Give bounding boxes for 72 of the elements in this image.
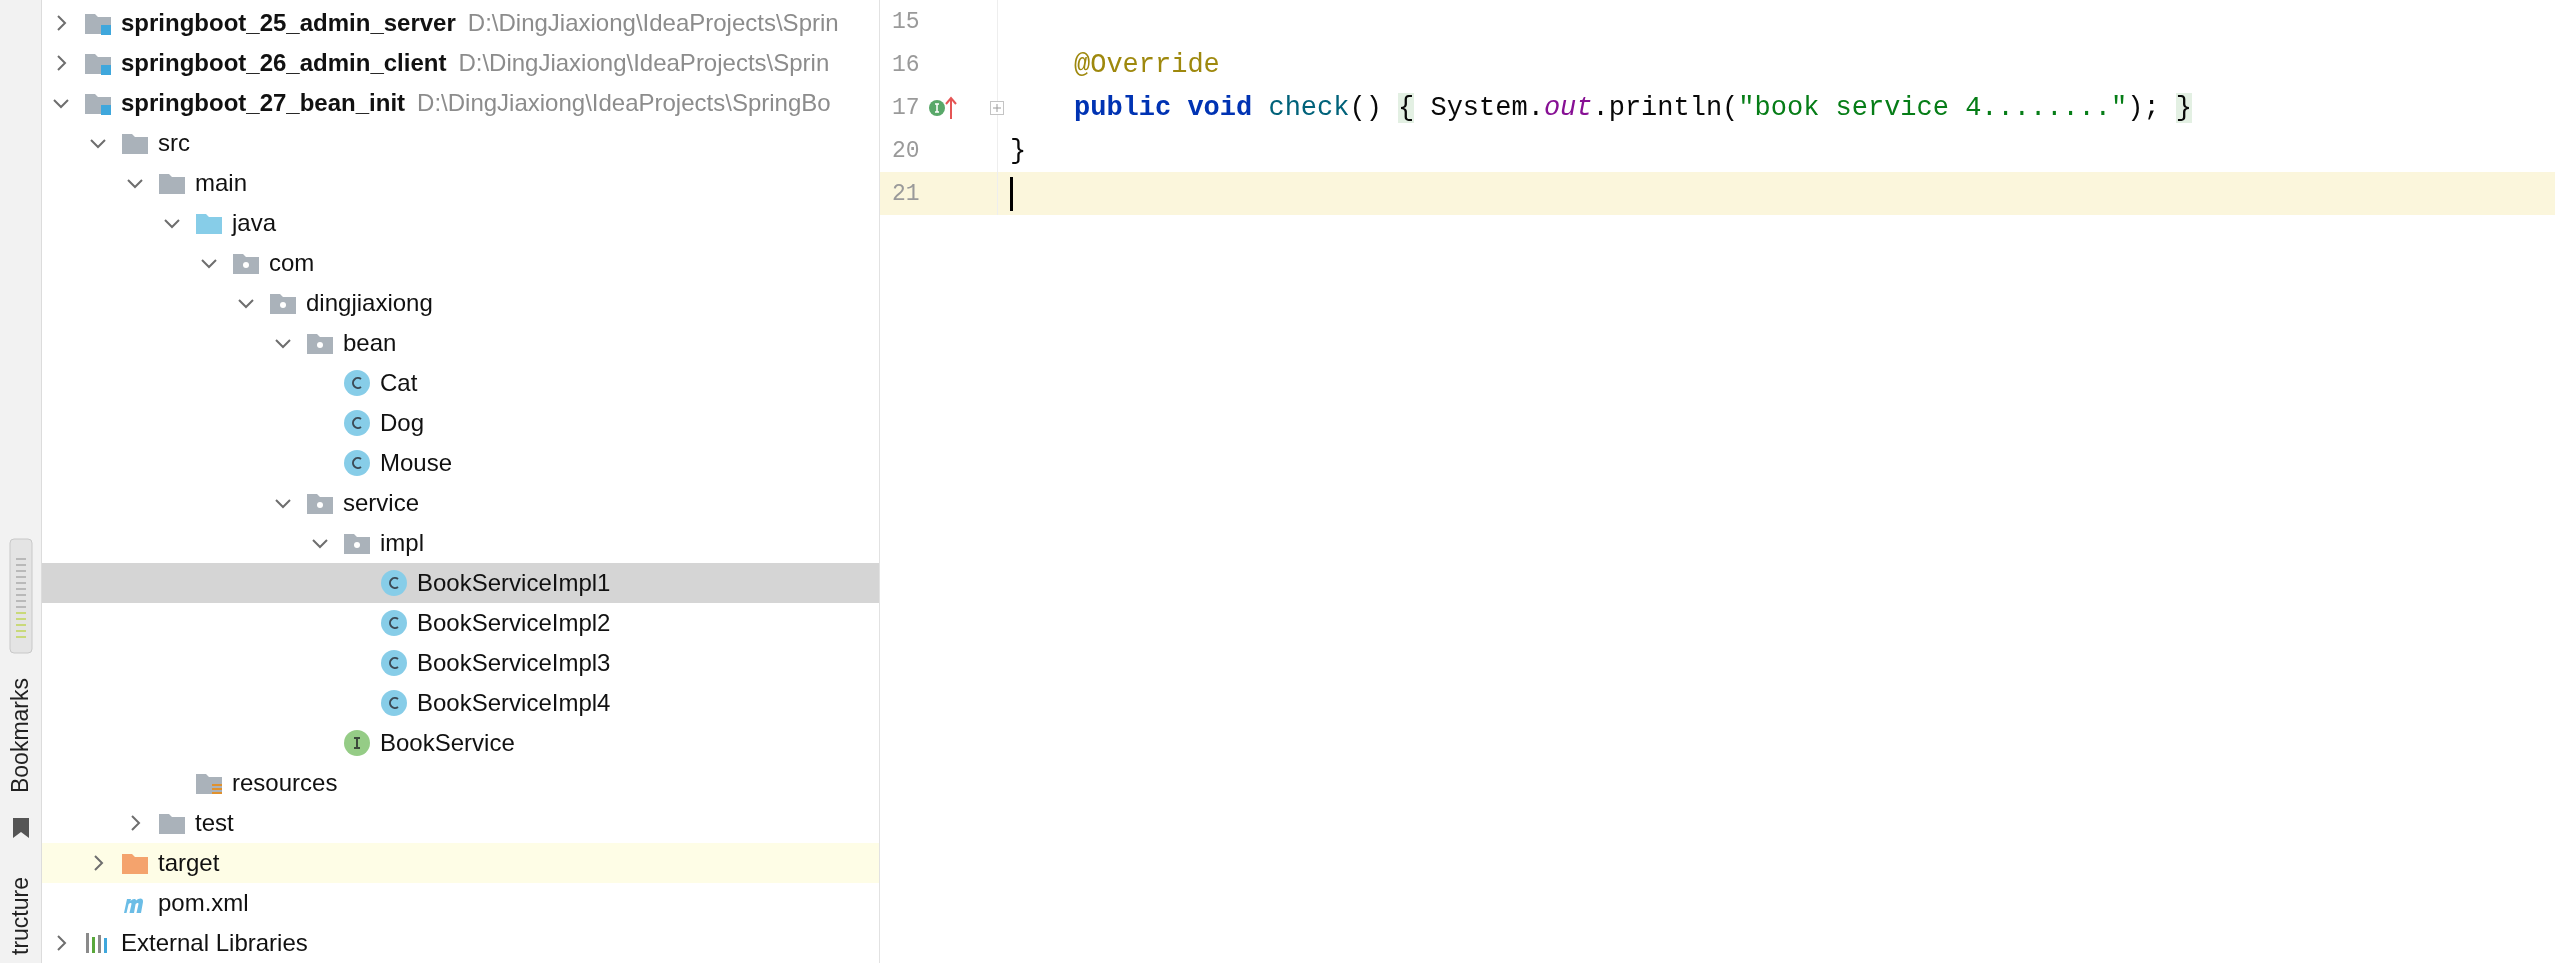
item-name: BookServiceImpl2: [417, 609, 611, 637]
item-name: dingjiaxiong: [306, 289, 433, 317]
item-name: BookServiceImpl3: [417, 649, 611, 677]
item-name: com: [269, 249, 315, 277]
item-name: springboot_25_admin_server: [121, 9, 456, 37]
tree-item[interactable]: Mouse: [42, 443, 879, 483]
line-number: 17: [892, 94, 921, 121]
tree-item[interactable]: BookServiceImpl2: [42, 603, 879, 643]
tree-item[interactable]: dingjiaxiong: [42, 283, 879, 323]
bookmark-icon[interactable]: [11, 817, 30, 840]
item-name: BookService: [380, 729, 515, 757]
tree-item[interactable]: target: [42, 843, 879, 883]
item-name: java: [232, 209, 277, 237]
class-icon: [380, 689, 408, 717]
module-path: D:\DingJiaxiong\IdeaProjects\Sprin: [467, 9, 839, 37]
item-name: service: [343, 489, 420, 517]
module-path: D:\DingJiaxiong\IdeaProjects\SpringBo: [417, 89, 831, 117]
tree-item[interactable]: test: [42, 803, 879, 843]
structure-tab[interactable]: tructure: [9, 877, 32, 956]
item-name: BookServiceImpl1: [417, 569, 611, 597]
tree-item[interactable]: resources: [42, 763, 879, 803]
item-name: BookServiceImpl4: [417, 689, 611, 717]
line-number: 20: [892, 137, 921, 164]
class-icon: [380, 609, 408, 637]
class-icon: [380, 569, 408, 597]
tree-item[interactable]: impl: [42, 523, 879, 563]
bookmarks-tab[interactable]: Bookmarks: [9, 678, 32, 794]
interface-icon: [343, 729, 371, 757]
implements-marker-icon[interactable]: [928, 94, 958, 121]
tree-item[interactable]: springboot_25_admin_server D:\DingJiaxiong\IdeaProjects\Sprin: [42, 3, 879, 43]
item-name: src: [158, 129, 190, 157]
item-name: bean: [343, 329, 397, 357]
tree-item[interactable]: pom.xml: [42, 883, 879, 923]
tree-item[interactable]: Dog: [42, 403, 879, 443]
item-name: External Libraries: [121, 929, 308, 957]
tree-item[interactable]: BookServiceImpl1: [42, 563, 879, 603]
tree-item[interactable]: bean: [42, 323, 879, 363]
tree-item[interactable]: BookService: [42, 723, 879, 763]
item-name: resources: [232, 769, 338, 797]
item-name: Dog: [380, 409, 425, 437]
tree-item[interactable]: springboot_26_admin_client D:\DingJiaxiong\IdeaProjects\Sprin: [42, 43, 879, 83]
tree-item[interactable]: Cat: [42, 363, 879, 403]
panel-handle-icon[interactable]: [8, 538, 33, 654]
tree-item[interactable]: BookServiceImpl4: [42, 683, 879, 723]
class-icon: [343, 449, 371, 477]
line-number: 21: [892, 180, 921, 207]
tree-item[interactable]: src: [42, 123, 879, 163]
code-line: public void check() { System.out.println("book service 4........"); }: [1074, 92, 2192, 123]
tree-item[interactable]: service: [42, 483, 879, 523]
class-icon: [343, 409, 371, 437]
item-name: springboot_27_bean_init: [121, 89, 406, 117]
item-name: pom.xml: [158, 889, 249, 917]
tree-item[interactable]: java: [42, 203, 879, 243]
class-icon: [343, 369, 371, 397]
code-line: }: [1010, 135, 1027, 166]
item-name: springboot_26_admin_client: [121, 49, 447, 77]
tree-item[interactable]: BookServiceImpl3: [42, 643, 879, 683]
tree-item[interactable]: springboot_27_bean_init D:\DingJiaxiong\IdeaProjects\SpringBo: [42, 83, 879, 123]
item-name: Mouse: [380, 449, 453, 477]
tree-item[interactable]: main: [42, 163, 879, 203]
tree-item[interactable]: com: [42, 243, 879, 283]
item-name: main: [195, 169, 248, 197]
item-name: test: [195, 809, 234, 837]
item-name: impl: [380, 529, 424, 557]
code-line: @Override: [1074, 49, 1220, 80]
item-name: Cat: [380, 369, 418, 397]
line-number: 16: [892, 51, 921, 78]
class-icon: [380, 649, 408, 677]
tree-item[interactable]: External Libraries: [42, 923, 879, 963]
item-name: target: [158, 849, 220, 877]
line-number: 15: [892, 8, 921, 35]
module-path: D:\DingJiaxiong\IdeaProjects\Sprin: [458, 49, 830, 77]
